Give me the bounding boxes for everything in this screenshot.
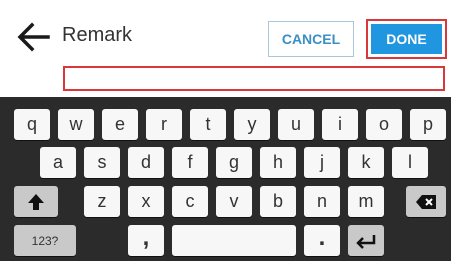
- enter-return-icon: [356, 234, 376, 249]
- key-e[interactable]: e: [102, 109, 138, 140]
- key-n[interactable]: n: [304, 186, 340, 217]
- done-button[interactable]: DONE: [371, 24, 442, 54]
- key-h[interactable]: h: [260, 147, 296, 178]
- key-t[interactable]: t: [190, 109, 226, 140]
- key-f[interactable]: f: [172, 147, 208, 178]
- key-i[interactable]: i: [322, 109, 358, 140]
- key-u[interactable]: u: [278, 109, 314, 140]
- key-y[interactable]: y: [234, 109, 270, 140]
- done-button-highlight: DONE: [366, 19, 447, 59]
- header-bar: Remark CANCEL DONE: [0, 0, 451, 97]
- key-v[interactable]: v: [216, 186, 252, 217]
- key-r[interactable]: r: [146, 109, 182, 140]
- comma-key[interactable]: ,: [128, 224, 164, 256]
- key-z[interactable]: z: [84, 186, 120, 217]
- symbols-key[interactable]: 123?: [14, 225, 76, 256]
- space-key[interactable]: [172, 225, 296, 256]
- key-k[interactable]: k: [348, 147, 384, 178]
- key-x[interactable]: x: [128, 186, 164, 217]
- key-j[interactable]: j: [304, 147, 340, 178]
- key-m[interactable]: m: [348, 186, 384, 217]
- key-q[interactable]: q: [14, 109, 50, 140]
- backspace-icon: [416, 194, 436, 209]
- key-d[interactable]: d: [128, 147, 164, 178]
- cancel-button[interactable]: CANCEL: [268, 21, 354, 57]
- key-b[interactable]: b: [260, 186, 296, 217]
- onscreen-keyboard: q w e r t y u i o p a s d f g h j k l z …: [0, 97, 451, 261]
- key-s[interactable]: s: [84, 147, 120, 178]
- backspace-key[interactable]: [406, 186, 446, 217]
- remark-input[interactable]: [63, 66, 445, 91]
- key-a[interactable]: a: [40, 147, 76, 178]
- period-key[interactable]: .: [304, 224, 340, 256]
- key-l[interactable]: l: [392, 147, 428, 178]
- back-arrow-icon[interactable]: [16, 22, 50, 52]
- shift-key[interactable]: [14, 186, 58, 217]
- key-p[interactable]: p: [410, 109, 446, 140]
- key-g[interactable]: g: [216, 147, 252, 178]
- page-title: Remark: [62, 24, 133, 46]
- shift-arrow-icon: [28, 193, 44, 210]
- key-c[interactable]: c: [172, 186, 208, 217]
- enter-key[interactable]: [348, 225, 384, 256]
- key-o[interactable]: o: [366, 109, 402, 140]
- key-w[interactable]: w: [58, 109, 94, 140]
